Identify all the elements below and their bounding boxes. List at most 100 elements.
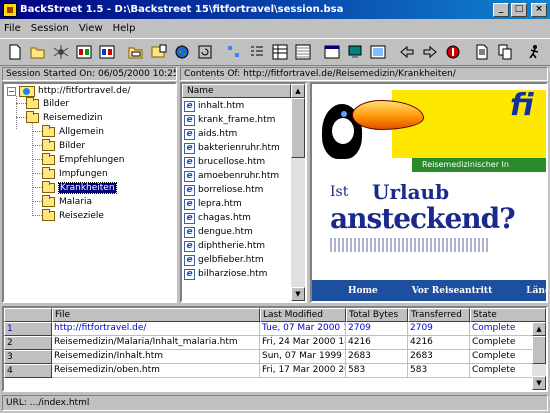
file-name: inhalt.htm — [198, 101, 245, 111]
table-cell-file[interactable]: Reisemedizin/Malaria/Inhalt_malaria.htm — [52, 336, 260, 350]
file-list-scrollbar[interactable]: ▲ ▼ — [291, 84, 305, 301]
tree-item-label: Empfehlungen — [59, 155, 125, 165]
headline-ist: Ist — [330, 184, 349, 200]
refresh-icon[interactable] — [194, 41, 216, 63]
tree-item-label: Impfungen — [59, 169, 108, 179]
nav-vor-reiseantritt[interactable]: Vor Reiseantritt — [412, 286, 492, 296]
title-bar[interactable]: BackStreet 1.5 - D:\Backstreet 15\fitfor… — [0, 0, 550, 19]
table-cell-total: 583 — [346, 364, 408, 378]
open-icon[interactable] — [27, 41, 49, 63]
tree-item-impfungen[interactable]: Impfungen — [42, 167, 108, 181]
window-icon[interactable] — [321, 41, 343, 63]
forward-icon[interactable] — [419, 41, 441, 63]
folder-open-icon — [26, 111, 39, 123]
menu-file[interactable]: File — [4, 23, 21, 34]
file-item[interactable]: e bilharziose.htm — [184, 267, 267, 281]
site-icon — [19, 85, 35, 97]
back-icon[interactable] — [396, 41, 418, 63]
file-item[interactable]: e borreliose.htm — [184, 183, 263, 197]
stop-icon[interactable] — [96, 41, 118, 63]
document-icon[interactable] — [471, 41, 493, 63]
scroll-thumb[interactable] — [291, 98, 305, 158]
column-header-total-bytes[interactable]: Total Bytes — [346, 308, 408, 322]
tree-item-empfehlungen[interactable]: Empfehlungen — [42, 153, 124, 167]
column-header-transferred[interactable]: Transferred — [408, 308, 470, 322]
row-number[interactable]: 3 — [4, 350, 52, 364]
row-number[interactable]: 2 — [4, 336, 52, 350]
view-list-icon[interactable] — [246, 41, 268, 63]
file-item[interactable]: e krank_frame.htm — [184, 113, 275, 127]
file-item[interactable]: e dengue.htm — [184, 225, 253, 239]
file-item[interactable]: e amoebenruhr.htm — [184, 169, 279, 183]
file-list[interactable]: Name e inhalt.htm e krank_frame.htm e aids.… — [180, 82, 307, 303]
scroll-down-icon[interactable]: ▼ — [532, 376, 546, 390]
nav-home[interactable]: Home — [348, 286, 378, 296]
file-item[interactable]: e diphtherie.htm — [184, 239, 265, 253]
save-icon[interactable] — [148, 41, 170, 63]
file-name: amoebenruhr.htm — [198, 171, 280, 181]
file-item[interactable]: e inhalt.htm — [184, 99, 244, 113]
page-preview[interactable]: fi Reisemedizinischer In Urlaub Ist anst… — [310, 82, 548, 303]
scroll-up-icon[interactable]: ▲ — [532, 322, 546, 336]
folder-open-icon[interactable] — [125, 41, 147, 63]
minimize-button[interactable]: _ — [493, 2, 509, 17]
column-header-name[interactable]: Name — [182, 84, 291, 98]
tree-item-malaria[interactable]: Malaria — [42, 195, 92, 209]
spider-icon[interactable] — [50, 41, 72, 63]
file-item[interactable]: e bakterienruhr.htm — [184, 141, 280, 155]
tree-item-reisemedizin[interactable]: Reisemedizin — [26, 111, 103, 125]
tree-item-reiseziele[interactable]: Reiseziele — [42, 209, 104, 223]
collapse-icon[interactable]: − — [7, 86, 16, 96]
scroll-down-icon[interactable]: ▼ — [291, 287, 305, 301]
nav-laenderinfo[interactable]: Länderinfo — [526, 286, 546, 296]
folder-tree[interactable]: − http://fitfortravel.de/ Bilder Reiseme… — [2, 82, 177, 303]
tree-item-allgemein[interactable]: Allgemein — [42, 125, 104, 139]
table-cell-file[interactable]: Reisemedizin/oben.htm — [52, 364, 260, 378]
menu-help[interactable]: Help — [113, 23, 136, 34]
menu-session[interactable]: Session — [31, 23, 69, 34]
copy-icon[interactable] — [494, 41, 516, 63]
session-started-label: Session Started On: 06/05/2000 10:25:35 — [2, 67, 177, 81]
html-file-icon: e — [184, 114, 195, 126]
table-cell-file[interactable]: http://fitfortravel.de/ — [52, 322, 260, 336]
row-number[interactable]: 1 — [4, 322, 52, 336]
start-icon[interactable] — [73, 41, 95, 63]
file-name: diphtherie.htm — [198, 241, 265, 251]
column-header-state[interactable]: State — [470, 308, 546, 322]
html-file-icon: e — [184, 142, 195, 154]
tree-item-bilder[interactable]: Bilder — [26, 97, 69, 111]
html-file-icon: e — [184, 254, 195, 266]
row-number[interactable]: 4 — [4, 364, 52, 378]
stop-red-icon[interactable] — [442, 41, 464, 63]
file-item[interactable]: e aids.htm — [184, 127, 237, 141]
scroll-up-icon[interactable]: ▲ — [291, 84, 305, 98]
tree-item-root[interactable]: − http://fitfortravel.de/ — [7, 84, 130, 98]
grid-scrollbar[interactable]: ▲ ▼ — [532, 322, 546, 390]
thumbnail-icon[interactable] — [367, 41, 389, 63]
maximize-button[interactable]: □ — [511, 2, 527, 17]
transfer-grid[interactable]: File Last Modified Total Bytes Transferr… — [2, 306, 548, 392]
file-item[interactable]: e gelbfieber.htm — [184, 253, 264, 267]
new-icon[interactable] — [4, 41, 26, 63]
file-item[interactable]: e brucellose.htm — [184, 155, 265, 169]
tree-item-krankheiten[interactable]: Krankheiten — [42, 181, 117, 195]
scroll-thumb[interactable] — [532, 336, 546, 364]
tree-item-bilder-sub[interactable]: Bilder — [42, 139, 85, 153]
file-item[interactable]: e lepra.htm — [184, 197, 242, 211]
file-item[interactable]: e chagas.htm — [184, 211, 251, 225]
menu-view[interactable]: View — [79, 23, 103, 34]
table-cell-transferred: 583 — [408, 364, 470, 378]
run-icon[interactable] — [523, 41, 545, 63]
close-button[interactable]: × — [531, 2, 547, 17]
column-header-last-modified[interactable]: Last Modified — [260, 308, 346, 322]
table-cell-total: 2683 — [346, 350, 408, 364]
view-small-icon[interactable] — [223, 41, 245, 63]
view-details-icon[interactable] — [269, 41, 291, 63]
column-header-file[interactable]: File — [52, 308, 260, 322]
app-icon[interactable] — [3, 2, 17, 17]
view-grid-icon[interactable] — [292, 41, 314, 63]
folder-icon — [42, 139, 55, 151]
monitor-icon[interactable] — [344, 41, 366, 63]
globe-icon[interactable] — [171, 41, 193, 63]
table-cell-file[interactable]: Reisemedizin/Inhalt.htm — [52, 350, 260, 364]
